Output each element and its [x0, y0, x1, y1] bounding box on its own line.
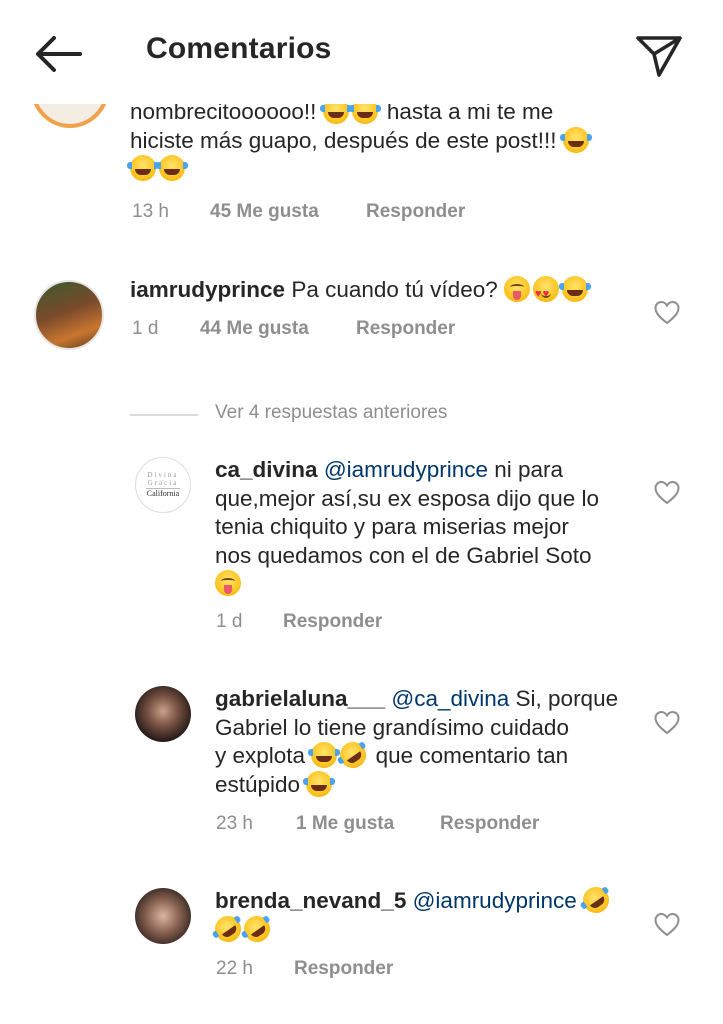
reply-text: gabrielaluna___ @ca_divina Si, porque Ga… [215, 686, 619, 797]
header: Comentarios [0, 0, 723, 104]
view-replies-link[interactable]: Ver 4 respuestas anteriores [215, 402, 447, 424]
reply-button[interactable]: Responder [366, 201, 465, 223]
rofl-emoji [238, 910, 276, 947]
mention-link[interactable]: @ca_divina [391, 686, 509, 711]
comment-text: iamrudyprince Pa cuando tú vídeo? [130, 276, 630, 309]
reply-text: ca_divina @iamrudyprince ni para que,mej… [215, 456, 655, 599]
reply-button[interactable]: Responder [294, 958, 393, 980]
comments-list[interactable]: nombrecitoooooo!! hasta a mi te me hicis… [0, 104, 723, 1024]
mention-link[interactable]: @iamrudyprince [324, 457, 488, 482]
likes-count[interactable]: 44 Me gusta [200, 318, 309, 340]
tears-of-joy-emoji [559, 126, 592, 153]
heart-outline-icon[interactable] [654, 480, 680, 506]
heart-outline-icon[interactable] [654, 912, 680, 938]
timestamp: 1 d [132, 318, 159, 339]
avatar[interactable]: Divina Gracia California [135, 457, 191, 513]
username[interactable]: gabrielaluna___ [215, 686, 385, 711]
tears-of-joy-emoji [559, 276, 592, 302]
divider [130, 414, 198, 416]
avatar[interactable] [135, 888, 191, 944]
tears-of-joy-emoji [127, 155, 159, 181]
avatar[interactable] [135, 686, 191, 742]
username[interactable]: iamrudyprince [130, 277, 285, 302]
reply-button[interactable]: Responder [283, 611, 382, 633]
paper-plane-icon[interactable] [634, 30, 684, 80]
timestamp: 23 h [216, 813, 253, 834]
tears-of-joy-emoji [319, 104, 352, 124]
likes-count[interactable]: 1 Me gusta [296, 813, 394, 835]
tears-of-joy-emoji [348, 104, 381, 124]
timestamp: 13 h [132, 201, 169, 222]
arrow-left-icon[interactable] [30, 32, 84, 76]
tears-of-joy-emoji [303, 770, 336, 797]
drooling-face-emoji [215, 570, 241, 596]
heart-outline-icon[interactable] [654, 300, 680, 326]
timestamp: 1 d [216, 611, 243, 632]
grinning-sweat-emoji [308, 742, 341, 768]
rofl-emoji [209, 910, 247, 947]
avatar[interactable] [34, 280, 104, 350]
heart-eyes-emoji [533, 276, 560, 309]
rofl-emoji [577, 881, 615, 919]
username[interactable]: brenda_nevand_5 [215, 888, 406, 913]
reply-button[interactable]: Responder [356, 318, 455, 340]
avatar[interactable] [30, 104, 110, 128]
likes-count[interactable]: 45 Me gusta [210, 201, 319, 223]
page-title: Comentarios [146, 32, 332, 65]
tears-of-joy-emoji [156, 155, 188, 181]
comment-text: nombrecitoooooo!! hasta a mi te me hicis… [127, 104, 660, 184]
reply-text: brenda_nevand_5 @iamrudyprince [209, 881, 655, 947]
timestamp: 22 h [216, 958, 253, 979]
rofl-emoji [335, 736, 372, 774]
username[interactable]: ca_divina [215, 457, 318, 482]
mention-link[interactable]: @iamrudyprince [413, 888, 577, 913]
heart-outline-icon[interactable] [654, 710, 680, 736]
reply-button[interactable]: Responder [440, 813, 539, 835]
drooling-face-emoji [504, 276, 531, 302]
